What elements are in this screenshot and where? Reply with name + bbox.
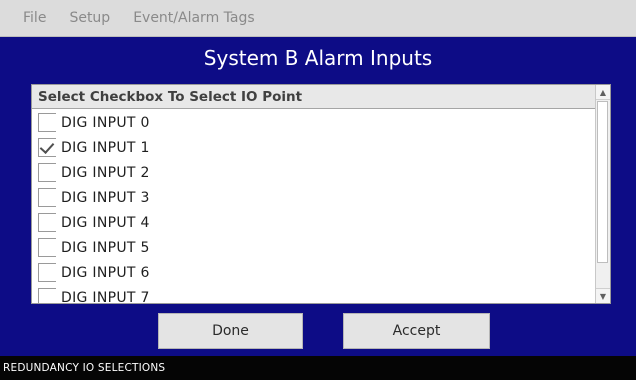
list-item-dig-input-0[interactable]: DIG INPUT 0 xyxy=(32,110,596,135)
menu-setup[interactable]: Setup xyxy=(69,10,110,26)
scrollbar-thumb[interactable] xyxy=(597,101,608,263)
checkbox[interactable] xyxy=(38,113,56,132)
arrow-down-icon[interactable]: ▼ xyxy=(596,288,610,303)
checkbox[interactable] xyxy=(38,263,56,282)
list-item-dig-input-4[interactable]: DIG INPUT 4 xyxy=(32,210,596,235)
arrow-up-icon[interactable]: ▲ xyxy=(596,85,610,100)
checkbox[interactable] xyxy=(38,138,56,157)
item-label: DIG INPUT 5 xyxy=(61,239,150,256)
item-label: DIG INPUT 3 xyxy=(61,189,150,206)
list-item-dig-input-7[interactable]: DIG INPUT 7 xyxy=(32,285,596,304)
checkbox[interactable] xyxy=(38,163,56,182)
menu-event-alarm-tags[interactable]: Event/Alarm Tags xyxy=(133,10,254,26)
list-scrollbar[interactable]: ▲ ▼ xyxy=(595,85,610,303)
list-header: Select Checkbox To Select IO Point xyxy=(32,85,596,109)
list-item-dig-input-6[interactable]: DIG INPUT 6 xyxy=(32,260,596,285)
status-bar: REDUNDANCY IO SELECTIONS xyxy=(0,356,636,380)
item-label: DIG INPUT 6 xyxy=(61,264,150,281)
io-point-list: Select Checkbox To Select IO Point DIG I… xyxy=(31,84,611,304)
checkbox[interactable] xyxy=(38,188,56,207)
checkbox[interactable] xyxy=(38,213,56,232)
item-label: DIG INPUT 0 xyxy=(61,114,150,131)
list-item-dig-input-1[interactable]: DIG INPUT 1 xyxy=(32,135,596,160)
menu-file[interactable]: File xyxy=(23,10,46,26)
menu-bar: File Setup Event/Alarm Tags xyxy=(0,0,636,37)
done-button[interactable]: Done xyxy=(158,313,303,349)
item-label: DIG INPUT 2 xyxy=(61,164,150,181)
checkbox[interactable] xyxy=(38,288,56,303)
item-label: DIG INPUT 4 xyxy=(61,214,150,231)
item-label: DIG INPUT 1 xyxy=(61,139,150,156)
list-item-dig-input-2[interactable]: DIG INPUT 2 xyxy=(32,160,596,185)
item-label: DIG INPUT 7 xyxy=(61,289,150,304)
list-item-dig-input-5[interactable]: DIG INPUT 5 xyxy=(32,235,596,260)
accept-button[interactable]: Accept xyxy=(343,313,490,349)
list-item-dig-input-3[interactable]: DIG INPUT 3 xyxy=(32,185,596,210)
page-title: System B Alarm Inputs xyxy=(203,46,433,70)
checkbox[interactable] xyxy=(38,238,56,257)
list-rows: DIG INPUT 0 DIG INPUT 1 DIG INPUT 2 DIG … xyxy=(32,110,596,304)
